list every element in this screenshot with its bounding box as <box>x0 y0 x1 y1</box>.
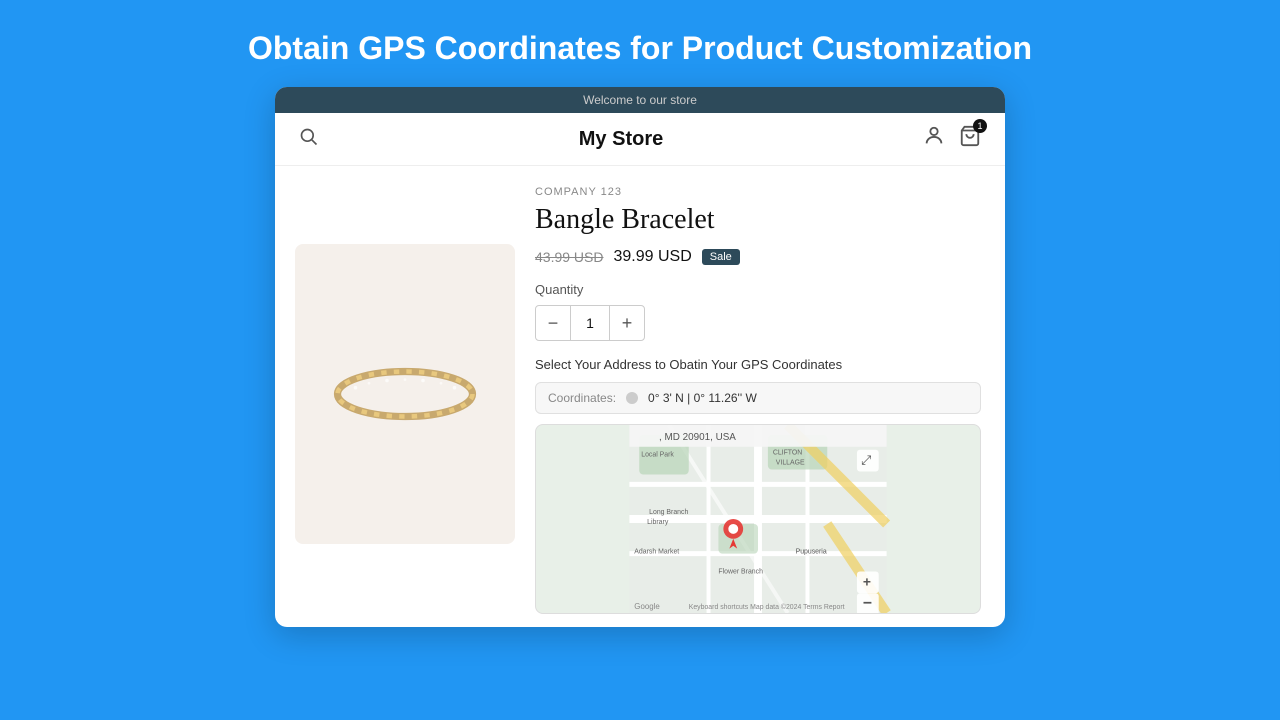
page-title: Obtain GPS Coordinates for Product Custo… <box>248 30 1032 67</box>
coord-label: Coordinates: <box>548 391 616 405</box>
svg-text:⤢: ⤢ <box>861 453 871 468</box>
price-row: 43.99 USD 39.99 USD Sale <box>535 248 981 266</box>
address-section-label: Select Your Address to Obatin Your GPS C… <box>535 357 981 372</box>
browser-window: Welcome to our store My Store <box>275 87 1005 627</box>
quantity-label: Quantity <box>535 282 981 297</box>
sale-price: 39.99 USD <box>613 248 691 266</box>
product-image-area <box>275 166 535 622</box>
svg-text:Google: Google <box>634 602 660 611</box>
svg-text:VILLAGE: VILLAGE <box>776 460 805 467</box>
quantity-decrease-button[interactable]: − <box>536 306 570 340</box>
store-banner: Welcome to our store <box>275 87 1005 113</box>
svg-text:Long Branch: Long Branch <box>649 509 688 516</box>
product-title: Bangle Bracelet <box>535 204 981 236</box>
svg-text:−: − <box>863 595 872 612</box>
company-name: COMPANY 123 <box>535 186 981 198</box>
product-details: COMPANY 123 Bangle Bracelet 43.99 USD 39… <box>535 166 1005 622</box>
original-price: 43.99 USD <box>535 249 603 265</box>
svg-text:Local Park: Local Park <box>641 452 674 459</box>
product-image <box>295 244 515 544</box>
svg-text:Library: Library <box>647 519 669 526</box>
coord-dot1 <box>626 392 638 404</box>
sale-badge: Sale <box>702 249 740 265</box>
svg-text:Pupuseria: Pupuseria <box>796 549 827 556</box>
cart-icon[interactable]: 1 <box>959 125 981 153</box>
quantity-increase-button[interactable]: + <box>610 306 644 340</box>
store-content: COMPANY 123 Bangle Bracelet 43.99 USD 39… <box>275 166 1005 622</box>
account-icon[interactable] <box>923 125 945 153</box>
cart-badge: 1 <box>973 119 987 133</box>
svg-text:CLIFTON: CLIFTON <box>773 450 802 457</box>
coord-value: 0° 3' N | 0° 11.26'' W <box>648 391 757 405</box>
store-name: My Store <box>319 128 923 151</box>
quantity-value: 1 <box>570 306 610 340</box>
coordinates-row: Coordinates: 0° 3' N | 0° 11.26'' W <box>535 382 981 414</box>
svg-text:, MD 20901, USA: , MD 20901, USA <box>659 432 736 443</box>
search-icon[interactable] <box>299 127 319 152</box>
svg-text:Flower Branch: Flower Branch <box>718 568 763 575</box>
map-container: Local Park CLIFTON VILLAGE Long Branch L… <box>535 424 981 614</box>
svg-text:+: + <box>863 573 871 589</box>
svg-text:Adarsh Market: Adarsh Market <box>634 549 679 556</box>
store-header: My Store 1 <box>275 113 1005 166</box>
svg-text:Keyboard shortcuts Map data ©: Keyboard shortcuts Map data ©2024 Terms … <box>689 603 845 611</box>
quantity-control: − 1 + <box>535 305 645 341</box>
